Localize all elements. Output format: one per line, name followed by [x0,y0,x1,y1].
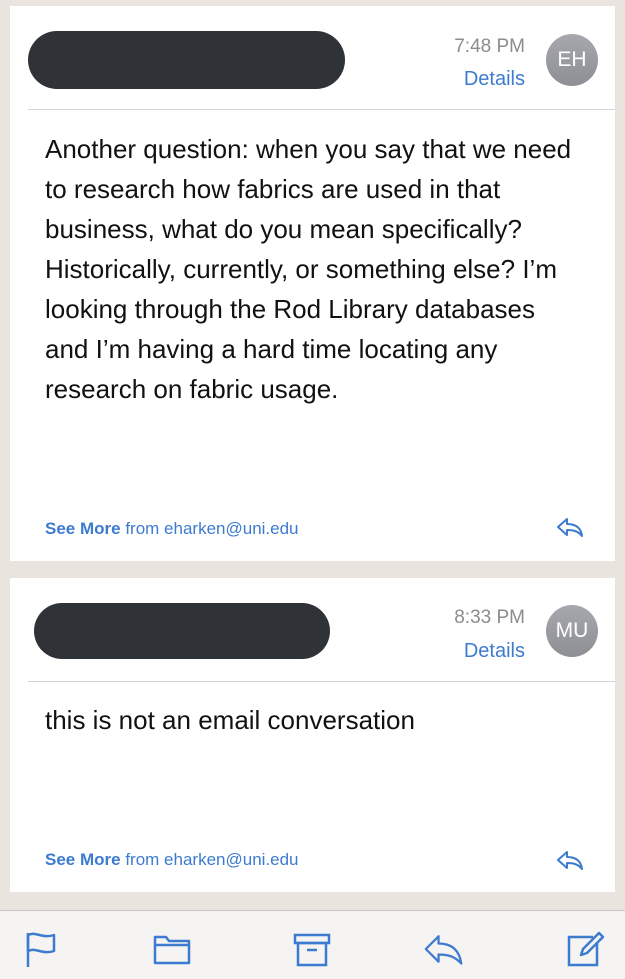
message-time: 8:33 PM [454,607,525,628]
message-card: 7:48 PM Details EH Another question: whe… [10,6,615,561]
message-card: 8:33 PM Details MU this is not an email … [10,578,615,892]
message-time: 7:48 PM [454,36,525,57]
from-address: from eharken@uni.edu [125,519,299,538]
message-footer: See More from eharken@uni.edu [45,850,299,870]
divider [28,109,615,110]
message-body: Another question: when you say that we n… [45,134,572,404]
details-link[interactable]: Details [464,640,525,663]
avatar[interactable]: EH [546,34,598,86]
reply-icon[interactable] [555,849,585,871]
avatar[interactable]: MU [546,605,598,657]
bottom-toolbar [0,910,625,979]
reply-icon[interactable] [555,516,585,538]
folder-icon[interactable] [152,929,192,969]
compose-icon[interactable] [565,929,605,969]
details-link[interactable]: Details [464,68,525,91]
message-footer: See More from eharken@uni.edu [45,519,299,539]
see-more-link[interactable]: See More [45,850,121,869]
redacted-sender [28,31,345,89]
message-body: this is not an email conversation [45,705,415,735]
reply-icon[interactable] [424,929,464,969]
see-more-link[interactable]: See More [45,519,121,538]
divider [28,681,615,682]
flag-icon[interactable] [22,929,62,969]
archive-icon[interactable] [292,929,332,969]
from-address: from eharken@uni.edu [125,850,299,869]
redacted-sender [34,603,330,659]
